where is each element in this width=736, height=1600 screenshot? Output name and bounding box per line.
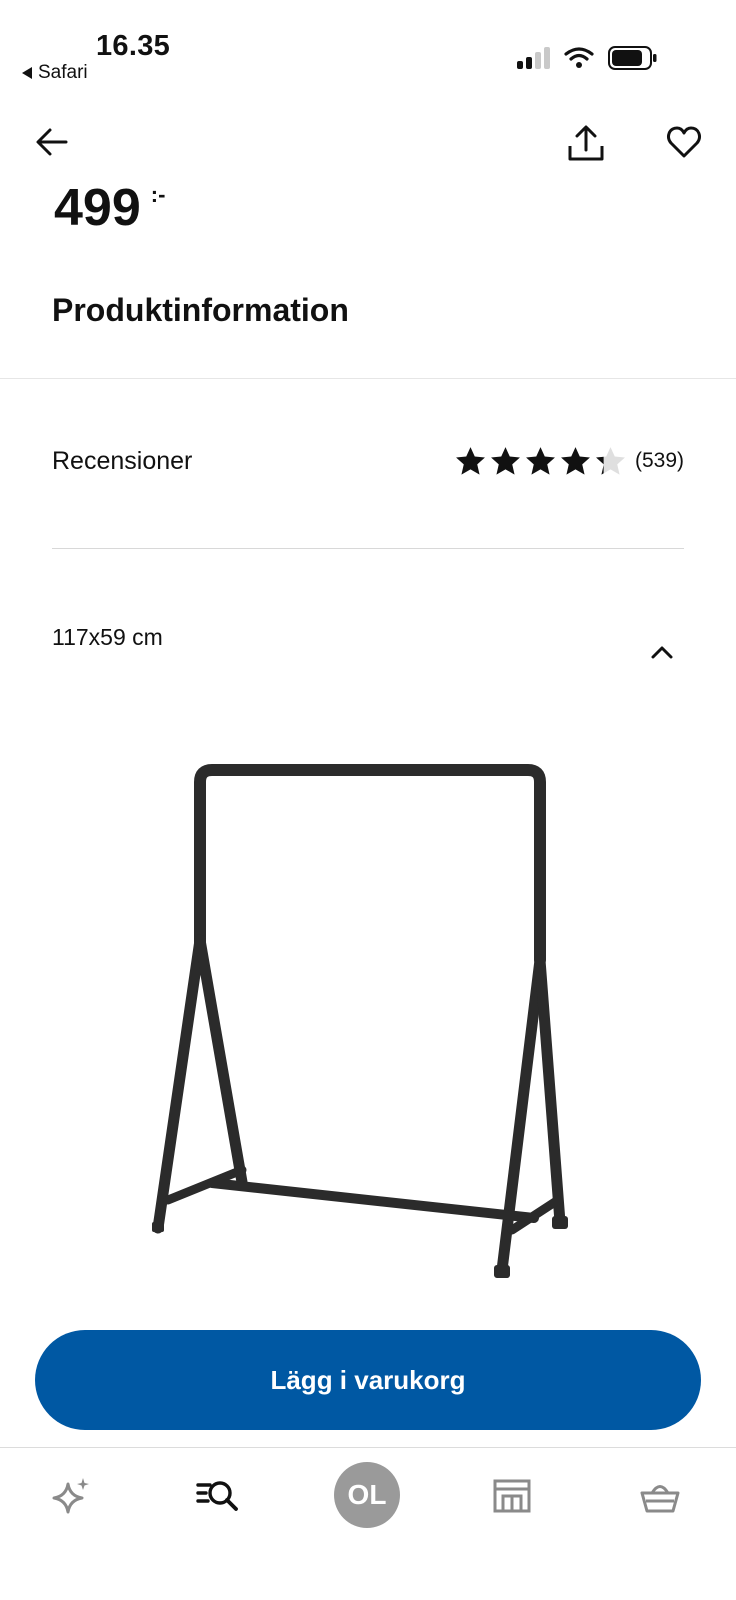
status-time: 16.35 [96,30,171,62]
review-count: (539) [634,449,684,472]
wifi-icon [564,47,594,68]
star-partial-icon [596,446,625,475]
nav-item-cart[interactable] [638,1474,682,1518]
reviews-row[interactable]: Recensioner (539) [52,430,684,492]
arrow-left-icon[interactable] [34,124,70,160]
back-to-app[interactable]: Safari [22,62,88,84]
star-filled-icon [456,446,485,475]
battery-icon [608,46,657,70]
cellular-signal-icon [517,47,550,69]
back-app-label: Safari [38,62,88,83]
search-list-icon [196,1481,238,1511]
add-to-cart-button[interactable]: Lägg i varukorg [35,1330,701,1430]
status-icons [517,46,658,70]
section-title: Produktinformation [52,292,349,328]
nav-item-store[interactable] [490,1474,534,1518]
account-avatar[interactable]: OL [334,1462,400,1528]
basket-icon [640,1485,680,1513]
nav-item-search[interactable] [196,1474,240,1518]
rating-stars: (539) [454,445,684,478]
back-triangle-icon [22,67,32,79]
size-label: 117x59 cm [52,624,163,650]
price-value: 499 [54,179,141,237]
star-filled-icon [491,446,520,475]
sparkle-icon [52,1478,89,1514]
share-icon[interactable] [566,124,606,162]
chevron-up-icon[interactable] [648,642,676,662]
product-price: 499 :- [54,178,165,238]
divider [0,1447,736,1448]
nav-item-inspiration[interactable] [50,1474,94,1518]
star-filled-icon [561,446,590,475]
heart-icon[interactable] [666,124,702,160]
star-filled-icon [526,446,555,475]
price-suffix: :- [150,182,166,207]
product-image [152,764,568,1278]
store-icon [493,1479,531,1513]
reviews-label: Recensioner [52,446,193,475]
divider [52,548,684,549]
divider [0,378,736,379]
